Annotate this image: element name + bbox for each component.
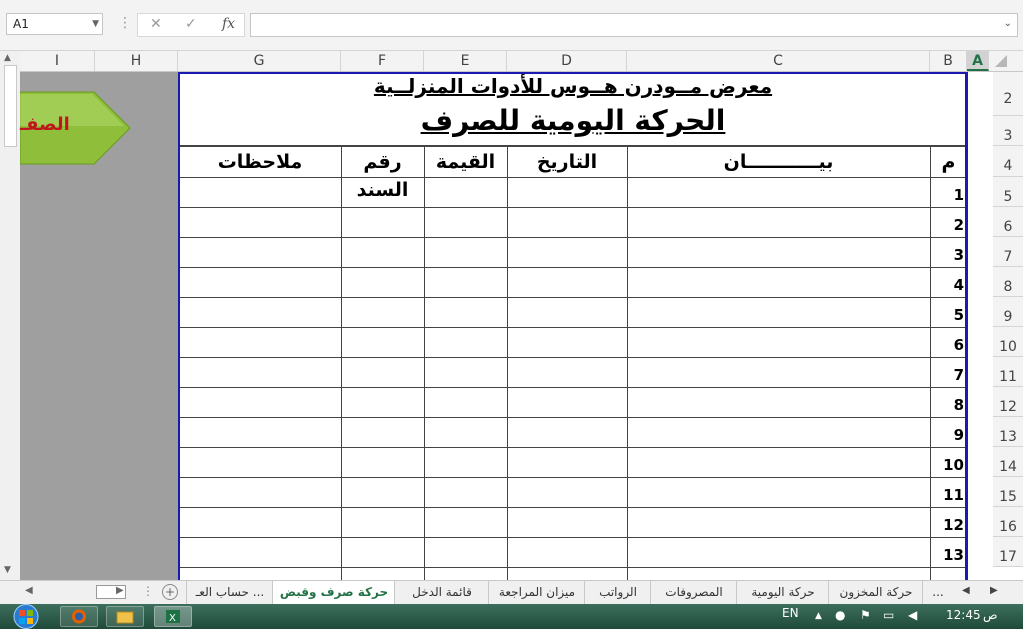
windows-logo-icon [13, 604, 39, 629]
tab-disbursement-receipt[interactable]: حركة صرف وقبض [272, 581, 395, 606]
tab-salaries[interactable]: الرواتب [584, 581, 651, 604]
tab-daily-movement[interactable]: حركة اليومية [736, 581, 829, 604]
select-all-corner[interactable] [995, 55, 1007, 67]
explorer-taskbar-button[interactable] [106, 606, 144, 627]
svg-text:X: X [169, 613, 176, 624]
column-header-row: I H G F E D C B A [20, 51, 1023, 72]
name-box-value: A1 [13, 17, 29, 31]
tab-split-handle[interactable]: ⋮ [142, 584, 154, 598]
row-header[interactable]: 4 [993, 146, 1023, 177]
show-hidden-icons-icon[interactable]: ▲ [815, 611, 822, 621]
tab-inventory-movement[interactable]: حركة المخزون [828, 581, 923, 604]
row-header[interactable]: 8 [993, 267, 1023, 297]
cancel-icon[interactable]: ✕ [150, 16, 162, 32]
add-sheet-icon[interactable]: + [162, 584, 178, 600]
network-icon[interactable]: ▭ [883, 608, 894, 622]
volume-icon[interactable]: ◀ [908, 608, 917, 622]
insert-function-icon[interactable]: fx [222, 16, 235, 32]
row-header[interactable]: 6 [993, 207, 1023, 237]
formula-input[interactable]: ⌄ [250, 13, 1018, 37]
tab-cash-account[interactable]: حساب العـ ... [186, 581, 273, 604]
clock-time[interactable]: 12:45 [946, 608, 981, 622]
column-header-c[interactable]: C [627, 51, 930, 71]
row-header[interactable]: 13 [993, 417, 1023, 447]
expand-formula-icon[interactable]: ⌄ [1004, 18, 1012, 29]
column-header-b[interactable]: B [930, 51, 967, 71]
row-header[interactable]: 14 [993, 447, 1023, 477]
language-indicator[interactable]: EN [782, 606, 799, 620]
vertical-scrollbar[interactable]: ▲ ▼ [0, 51, 21, 580]
column-header-e[interactable]: E [424, 51, 507, 71]
start-button[interactable] [8, 604, 44, 629]
row-header[interactable]: 16 [993, 507, 1023, 537]
tab-expenses[interactable]: المصروفات [650, 581, 737, 604]
column-header-f[interactable]: F [341, 51, 424, 71]
folder-icon [116, 611, 134, 624]
column-header-h[interactable]: H [95, 51, 178, 71]
firefox-icon [72, 609, 86, 624]
column-header-g[interactable]: G [178, 51, 341, 71]
row-header[interactable]: 11 [993, 357, 1023, 387]
tab-trial-balance[interactable]: ميزان المراجعة [488, 581, 585, 604]
tab-more[interactable]: ... [922, 581, 953, 604]
enter-icon[interactable]: ✓ [185, 16, 197, 32]
nav-arrow-button[interactable]: الصفـ [19, 90, 132, 172]
tab-income-statement[interactable]: قائمة الدخل [394, 581, 489, 604]
row-header[interactable]: 12 [993, 387, 1023, 417]
scroll-up-icon[interactable]: ▲ [4, 53, 11, 63]
formula-bar: A1 ▼ ⋮ ✕ ✓ fx ⌄ [0, 0, 1023, 51]
scroll-right-small-icon[interactable]: ▶ [116, 585, 124, 596]
tab-scroll-left-icon[interactable]: ◀ [962, 585, 970, 596]
row-header[interactable]: 3 [993, 116, 1023, 146]
security-alert-icon[interactable]: ● [835, 608, 845, 622]
excel-icon: X [166, 610, 180, 624]
firefox-taskbar-button[interactable] [60, 606, 98, 627]
print-area-frame [178, 72, 968, 582]
action-center-icon[interactable]: ⚑ [860, 608, 871, 622]
more-options-icon[interactable]: ⋮ [118, 15, 132, 31]
row-header[interactable]: 9 [993, 297, 1023, 327]
tab-scroll-right-icon[interactable]: ▶ [990, 585, 998, 596]
row-header[interactable]: 2 [993, 72, 1023, 116]
scroll-left-icon[interactable]: ◀ [25, 585, 33, 596]
column-header-d[interactable]: D [507, 51, 627, 71]
nav-button-label: الصفـ [20, 114, 70, 135]
clock-ampm: ص [983, 608, 998, 622]
scroll-down-icon[interactable]: ▼ [4, 565, 11, 575]
sheet-tab-bar: ◀ ▶ ⋮ + حساب العـ ... حركة صرف وقبض قائم… [0, 580, 1023, 606]
row-header[interactable]: 17 [993, 537, 1023, 567]
excel-taskbar-button[interactable]: X [154, 606, 192, 627]
chevron-down-icon[interactable]: ▼ [92, 14, 99, 34]
row-header[interactable]: 5 [993, 177, 1023, 207]
column-header-i[interactable]: I [20, 51, 95, 71]
row-header[interactable]: 15 [993, 477, 1023, 507]
column-header-a[interactable]: A [967, 51, 989, 71]
scroll-thumb[interactable] [4, 65, 17, 147]
row-header[interactable]: 7 [993, 237, 1023, 267]
taskbar: X EN ▲ ● ⚑ ▭ ◀ 12:45 ص [0, 604, 1023, 629]
name-box[interactable]: A1 ▼ [6, 13, 103, 35]
row-header[interactable]: 10 [993, 327, 1023, 357]
